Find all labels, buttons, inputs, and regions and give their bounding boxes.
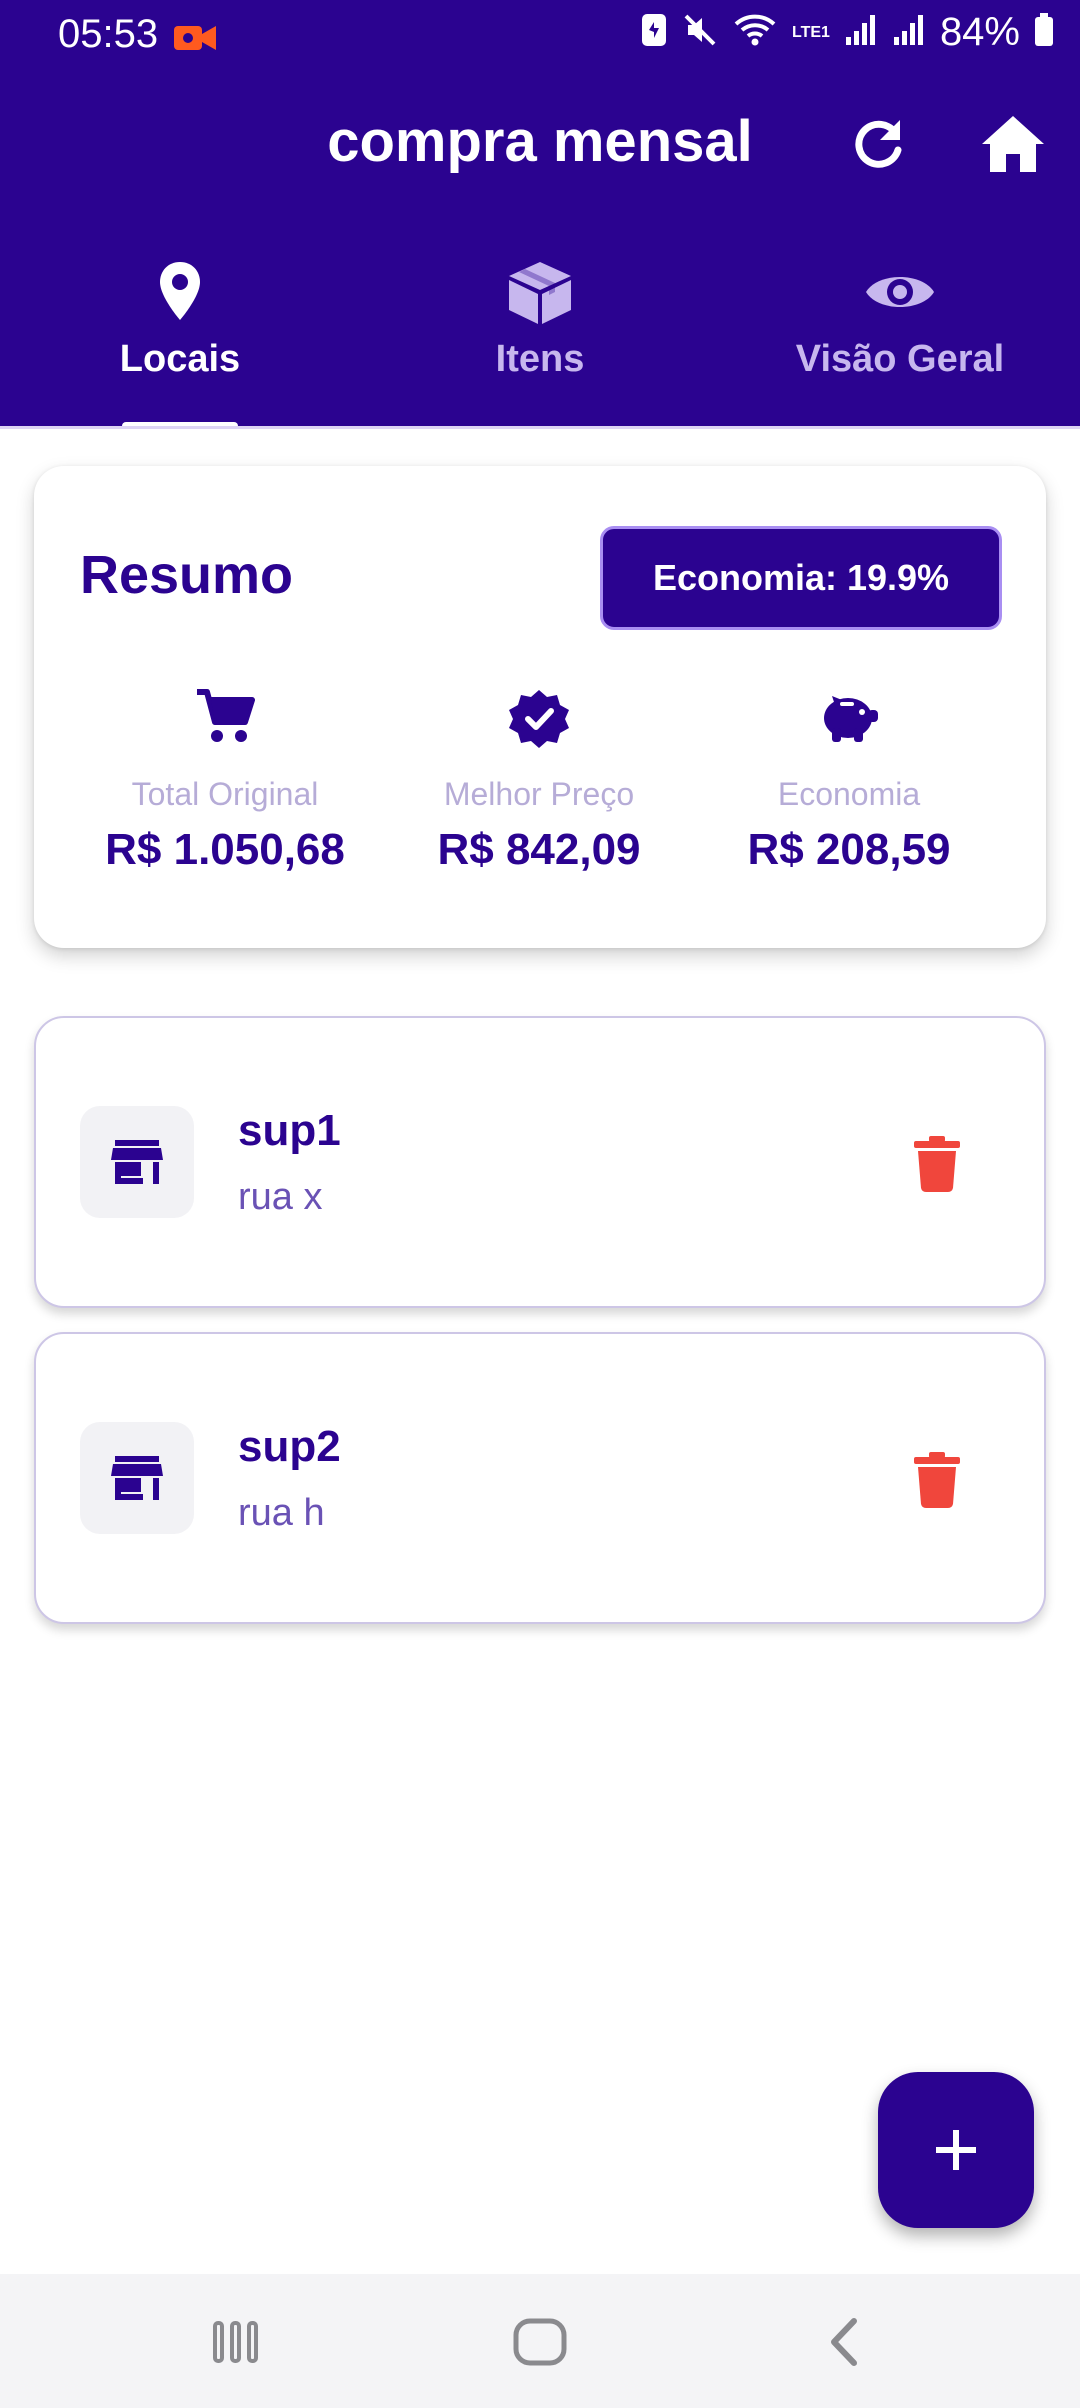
summary-heading: Resumo bbox=[80, 545, 294, 605]
metric-economia: Economia R$ 208,59 bbox=[694, 688, 1004, 875]
location-address: rua h bbox=[238, 1492, 325, 1534]
tab-visao-geral[interactable]: Visão Geral bbox=[720, 250, 1080, 428]
tab-label: Visão Geral bbox=[795, 338, 1005, 380]
metric-value: R$ 842,09 bbox=[437, 825, 641, 874]
app-bar: 05:53 LTE1 84% compra mensal Locais Iten… bbox=[0, 0, 1080, 430]
status-time: 05:53 bbox=[58, 12, 159, 56]
battery-percent: 84% bbox=[939, 10, 1020, 54]
mute-icon bbox=[682, 12, 718, 53]
eye-icon bbox=[866, 277, 934, 307]
plus-icon bbox=[936, 2130, 976, 2170]
system-nav-bar bbox=[0, 2274, 1080, 2408]
location-address: rua x bbox=[238, 1176, 323, 1218]
tab-locais[interactable]: Locais bbox=[0, 250, 360, 430]
summary-card: Resumo Economia: 19.9% Total Original R$… bbox=[34, 466, 1046, 948]
status-icons: LTE1 84% bbox=[640, 10, 1054, 55]
trash-icon bbox=[914, 1136, 960, 1192]
add-location-button[interactable] bbox=[878, 2072, 1034, 2228]
wifi-icon bbox=[732, 12, 778, 53]
metric-label: Melhor Preço bbox=[443, 776, 635, 812]
refresh-icon bbox=[855, 120, 902, 168]
home-icon bbox=[982, 116, 1044, 172]
tab-divider bbox=[0, 426, 1080, 429]
store-icon bbox=[111, 1456, 163, 1500]
metric-melhor-preco: Melhor Preço R$ 842,09 bbox=[384, 688, 694, 875]
tab-itens[interactable]: Itens bbox=[360, 250, 720, 428]
home-nav-button[interactable] bbox=[500, 2312, 580, 2372]
signal-icon bbox=[844, 13, 878, 52]
back-icon bbox=[831, 2318, 857, 2366]
recent-apps-icon bbox=[213, 2321, 258, 2363]
refresh-button[interactable] bbox=[846, 112, 910, 176]
sync-icon bbox=[640, 12, 668, 53]
video-recording-icon bbox=[174, 22, 218, 59]
location-card[interactable]: sup2 rua h bbox=[34, 1332, 1046, 1624]
location-name: sup2 bbox=[238, 1422, 341, 1471]
back-button[interactable] bbox=[804, 2312, 884, 2372]
trash-icon bbox=[914, 1452, 960, 1508]
home-button[interactable] bbox=[978, 112, 1048, 176]
page-title: compra mensal bbox=[327, 109, 753, 174]
status-bar: 05:53 LTE1 84% bbox=[0, 0, 1080, 74]
verified-badge-icon bbox=[509, 690, 569, 748]
box-icon bbox=[509, 262, 571, 324]
metric-value: R$ 1.050,68 bbox=[105, 825, 345, 874]
metric-value: R$ 208,59 bbox=[747, 825, 951, 874]
store-icon-box bbox=[80, 1422, 194, 1534]
metric-total-original: Total Original R$ 1.050,68 bbox=[70, 688, 380, 875]
tab-bar: Locais Itens Visão Geral bbox=[0, 250, 1080, 430]
delete-button[interactable] bbox=[912, 1136, 962, 1192]
cart-icon bbox=[197, 689, 255, 742]
store-icon-box bbox=[80, 1106, 194, 1218]
piggy-bank-icon bbox=[824, 696, 878, 742]
volte-label: LTE1 bbox=[792, 23, 830, 41]
metric-label: Economia bbox=[777, 776, 921, 812]
delete-button[interactable] bbox=[912, 1452, 962, 1508]
tab-label: Itens bbox=[495, 338, 585, 380]
metric-label: Total Original bbox=[131, 776, 319, 812]
store-icon bbox=[111, 1140, 163, 1184]
location-pin-icon bbox=[160, 262, 200, 320]
savings-badge: Economia: 19.9% bbox=[600, 526, 1002, 630]
signal-icon-2 bbox=[892, 13, 926, 52]
tab-label: Locais bbox=[119, 338, 241, 380]
location-card[interactable]: sup1 rua x bbox=[34, 1016, 1046, 1308]
location-name: sup1 bbox=[238, 1106, 341, 1155]
recent-apps-button[interactable] bbox=[196, 2312, 276, 2372]
home-nav-icon bbox=[513, 2318, 567, 2366]
battery-icon bbox=[1034, 13, 1054, 52]
